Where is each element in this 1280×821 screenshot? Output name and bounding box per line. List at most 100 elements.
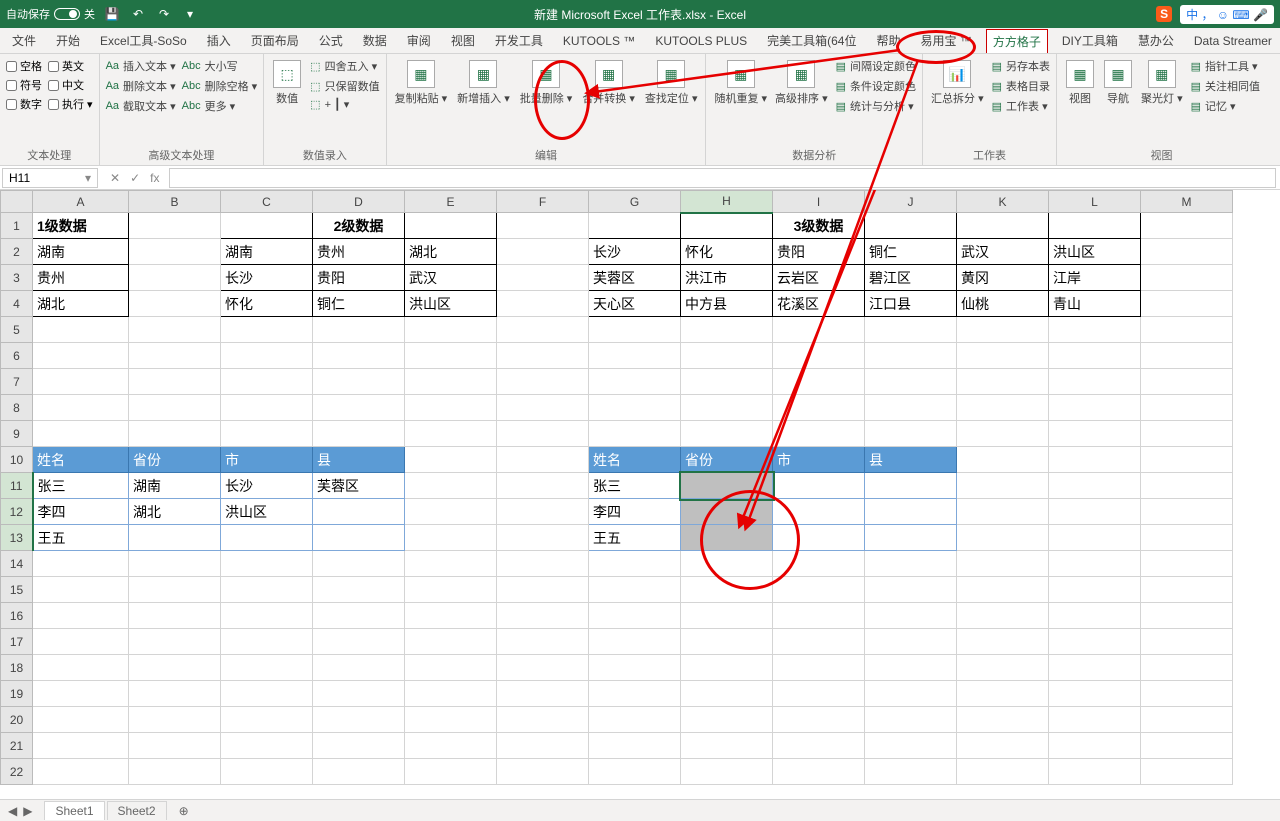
- cell[interactable]: 黄冈: [957, 265, 1049, 291]
- cell[interactable]: 长沙: [221, 265, 313, 291]
- cell[interactable]: 张三: [589, 473, 681, 499]
- cell[interactable]: [681, 577, 773, 603]
- ribbon-tab[interactable]: 完美工具箱(64位: [761, 28, 862, 53]
- column-header[interactable]: I: [773, 191, 865, 213]
- cell[interactable]: 县: [865, 447, 957, 473]
- ribbon-tab[interactable]: DIY工具箱: [1056, 28, 1124, 53]
- cell[interactable]: [33, 759, 129, 785]
- cell[interactable]: [1049, 525, 1141, 551]
- cell[interactable]: [129, 317, 221, 343]
- cell[interactable]: [1141, 759, 1233, 785]
- row-header[interactable]: 14: [1, 551, 33, 577]
- ribbon-button[interactable]: ▦批量删除 ▾: [518, 58, 575, 145]
- cell[interactable]: [773, 343, 865, 369]
- cell[interactable]: [1141, 603, 1233, 629]
- ribbon-tab[interactable]: 数据: [357, 28, 393, 53]
- cell[interactable]: [129, 603, 221, 629]
- row-header[interactable]: 1: [1, 213, 33, 239]
- cell[interactable]: [405, 681, 497, 707]
- cell[interactable]: [865, 577, 957, 603]
- cell[interactable]: [1049, 473, 1141, 499]
- cell[interactable]: [1049, 551, 1141, 577]
- column-header[interactable]: B: [129, 191, 221, 213]
- cell[interactable]: [865, 655, 957, 681]
- cell[interactable]: [957, 447, 1049, 473]
- ribbon-tab[interactable]: 开始: [50, 28, 86, 53]
- cell[interactable]: [589, 369, 681, 395]
- cell[interactable]: [497, 551, 589, 577]
- cell[interactable]: [313, 577, 405, 603]
- cell[interactable]: [405, 369, 497, 395]
- cell[interactable]: [1141, 681, 1233, 707]
- cell[interactable]: [221, 525, 313, 551]
- ribbon-command[interactable]: ▤ 另存本表: [992, 58, 1050, 74]
- cell[interactable]: [1049, 629, 1141, 655]
- cell[interactable]: [313, 551, 405, 577]
- cell[interactable]: [589, 681, 681, 707]
- cell[interactable]: [865, 629, 957, 655]
- cell[interactable]: [129, 707, 221, 733]
- cell[interactable]: [313, 343, 405, 369]
- checkbox-option[interactable]: 空格: [6, 58, 42, 74]
- cell[interactable]: 洪山区: [1049, 239, 1141, 265]
- cell[interactable]: [221, 655, 313, 681]
- cell[interactable]: [773, 733, 865, 759]
- cell[interactable]: [405, 395, 497, 421]
- row-header[interactable]: 12: [1, 499, 33, 525]
- sheet-tab[interactable]: Sheet2: [107, 801, 167, 820]
- cell[interactable]: [405, 707, 497, 733]
- cell[interactable]: 3级数据: [773, 213, 865, 239]
- save-icon[interactable]: 💾: [103, 5, 121, 23]
- cell[interactable]: [957, 629, 1049, 655]
- formula-input[interactable]: [169, 168, 1276, 188]
- name-box[interactable]: H11 ▾: [2, 168, 98, 188]
- cell[interactable]: [865, 603, 957, 629]
- cell[interactable]: [405, 629, 497, 655]
- cell[interactable]: 碧江区: [865, 265, 957, 291]
- column-header[interactable]: C: [221, 191, 313, 213]
- cell[interactable]: [497, 629, 589, 655]
- cell[interactable]: [129, 577, 221, 603]
- cell[interactable]: [33, 343, 129, 369]
- cell[interactable]: [681, 759, 773, 785]
- column-header[interactable]: E: [405, 191, 497, 213]
- cell[interactable]: [33, 681, 129, 707]
- row-header[interactable]: 15: [1, 577, 33, 603]
- cell[interactable]: [1141, 525, 1233, 551]
- cell[interactable]: [497, 603, 589, 629]
- cell[interactable]: [773, 499, 865, 525]
- cell[interactable]: 李四: [589, 499, 681, 525]
- cell[interactable]: [313, 525, 405, 551]
- sheet-tab[interactable]: Sheet1: [44, 801, 104, 820]
- cell[interactable]: [1141, 317, 1233, 343]
- cell[interactable]: 2级数据: [313, 213, 405, 239]
- cell[interactable]: [313, 707, 405, 733]
- cell[interactable]: [681, 551, 773, 577]
- ribbon-command[interactable]: ▤ 记忆 ▾: [1191, 98, 1260, 114]
- cell[interactable]: [313, 681, 405, 707]
- column-header[interactable]: D: [313, 191, 405, 213]
- cell[interactable]: [681, 655, 773, 681]
- cell[interactable]: [589, 603, 681, 629]
- cell[interactable]: [681, 395, 773, 421]
- ribbon-tab[interactable]: 方方格子: [986, 29, 1048, 54]
- checkbox-option[interactable]: 英文: [48, 58, 93, 74]
- cell[interactable]: [589, 551, 681, 577]
- cell[interactable]: [773, 395, 865, 421]
- ribbon-button[interactable]: ▦视图: [1063, 58, 1097, 145]
- cell[interactable]: [957, 395, 1049, 421]
- cell[interactable]: [957, 473, 1049, 499]
- ribbon-tab[interactable]: KUTOOLS PLUS: [649, 28, 753, 53]
- cell[interactable]: [129, 395, 221, 421]
- cell[interactable]: [1141, 343, 1233, 369]
- ribbon-tab[interactable]: 帮助: [870, 28, 906, 53]
- cell[interactable]: 洪山区: [405, 291, 497, 317]
- cell[interactable]: [681, 343, 773, 369]
- cell[interactable]: 姓名: [589, 447, 681, 473]
- cell[interactable]: [681, 525, 773, 551]
- cell[interactable]: [33, 629, 129, 655]
- cell[interactable]: [1141, 239, 1233, 265]
- ribbon-command[interactable]: Aa 插入文本 ▾: [106, 58, 176, 74]
- qat-more-icon[interactable]: ▾: [181, 5, 199, 23]
- cell[interactable]: 江岸: [1049, 265, 1141, 291]
